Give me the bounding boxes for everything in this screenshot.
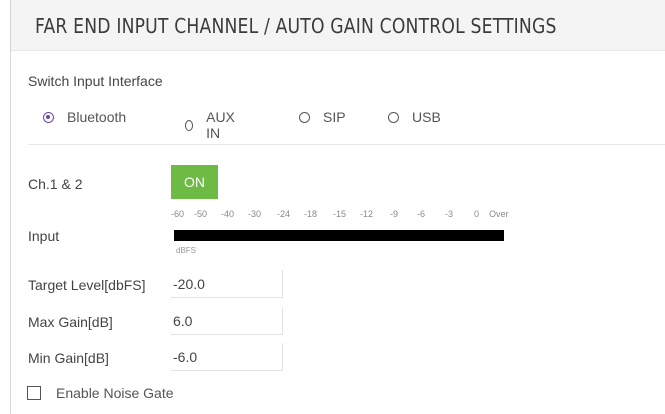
channel-label: Ch.1 & 2 xyxy=(28,176,83,192)
noise-gate-checkbox[interactable] xyxy=(27,386,41,400)
radio-sip[interactable]: SIP xyxy=(299,109,346,125)
radio-label-sip: SIP xyxy=(323,109,346,125)
meter-tick-label: 0 xyxy=(474,209,480,219)
radio-label-usb: USB xyxy=(412,109,441,125)
min-gain-input[interactable] xyxy=(171,343,283,371)
meter-tick-label: -40 xyxy=(221,209,235,219)
noise-gate-label: Enable Noise Gate xyxy=(56,385,174,401)
radio-unselected-icon xyxy=(388,111,399,123)
meter-tick-label: -12 xyxy=(360,209,374,219)
radio-unselected-icon xyxy=(299,111,310,123)
meter-tick-label: -15 xyxy=(333,209,347,219)
radio-bluetooth[interactable]: Bluetooth xyxy=(43,109,126,125)
radio-label-bluetooth: Bluetooth xyxy=(67,109,127,125)
meter-tick-label: -50 xyxy=(194,209,208,219)
meter-unit-label: dBFS xyxy=(176,246,197,255)
input-meter-label: Input xyxy=(28,228,60,244)
meter-tick-label: -60 xyxy=(171,209,185,219)
meter-tick-label: -30 xyxy=(248,209,262,219)
input-level-meter-bar xyxy=(174,230,504,241)
input-interface-label: Switch Input Interface xyxy=(28,73,163,89)
meter-tick-label: -9 xyxy=(390,209,399,219)
min-gain-label: Min Gain[dB] xyxy=(28,350,109,366)
target-level-input[interactable] xyxy=(171,270,283,298)
radio-selected-icon xyxy=(43,111,54,123)
settings-panel: FAR END INPUT CHANNEL / AUTO GAIN CONTRO… xyxy=(10,0,665,414)
section-divider xyxy=(28,144,665,145)
meter-tick-label: -18 xyxy=(304,209,318,219)
target-level-label: Target Level[dbFS] xyxy=(28,277,146,293)
meter-tick-label: -6 xyxy=(417,209,426,219)
input-meter-scale: -60 -50 -40 -30 -24 -18 -15 -12 -9 -6 -3… xyxy=(171,209,531,221)
max-gain-input[interactable] xyxy=(171,307,283,335)
panel-header: FAR END INPUT CHANNEL / AUTO GAIN CONTRO… xyxy=(11,0,665,51)
radio-unselected-icon xyxy=(185,119,194,131)
meter-tick-label: -3 xyxy=(445,209,454,219)
radio-label-aux-in: AUX IN xyxy=(206,109,235,141)
meter-tick-label: Over xyxy=(489,209,509,219)
channel-on-toggle-button[interactable]: ON xyxy=(171,165,218,199)
meter-tick-label: -24 xyxy=(277,209,291,219)
radio-usb[interactable]: USB xyxy=(388,109,441,125)
radio-aux-in[interactable]: AUX IN xyxy=(185,109,238,141)
panel-title: FAR END INPUT CHANNEL / AUTO GAIN CONTRO… xyxy=(35,14,557,38)
max-gain-label: Max Gain[dB] xyxy=(28,314,113,330)
